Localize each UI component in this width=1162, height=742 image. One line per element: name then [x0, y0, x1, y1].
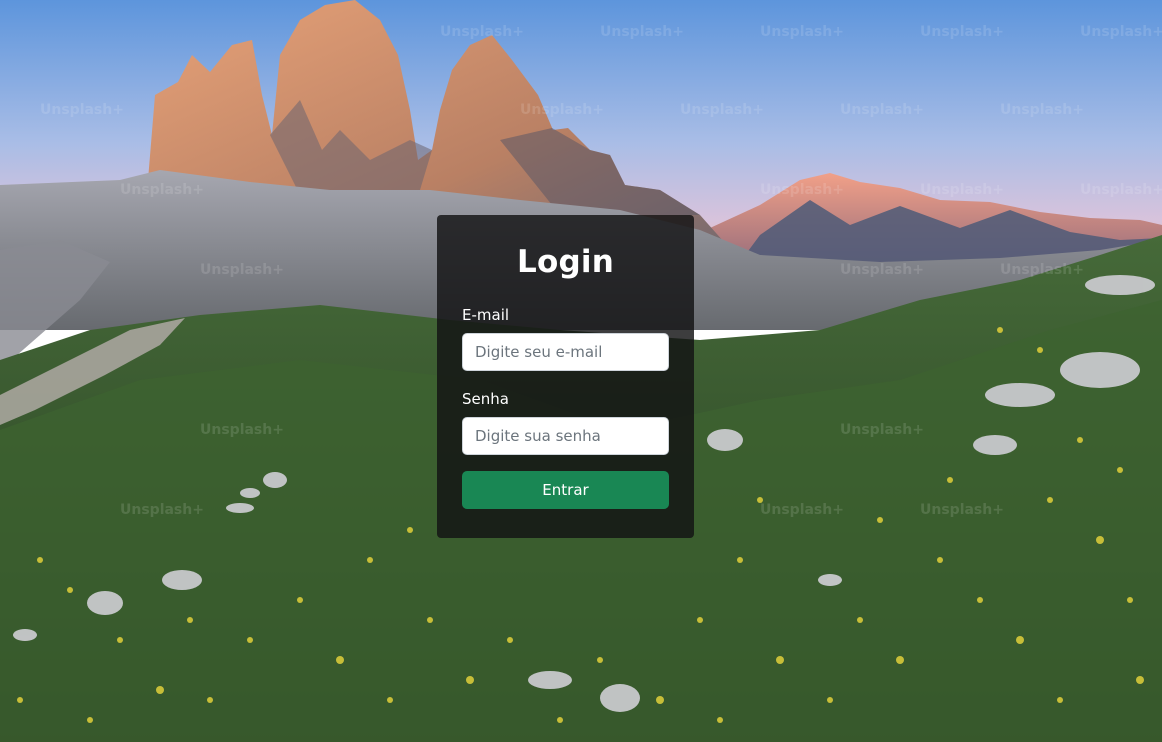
- password-label: Senha: [462, 390, 509, 408]
- svg-text:Unsplash+: Unsplash+: [920, 502, 1004, 518]
- svg-text:Unsplash+: Unsplash+: [920, 24, 1004, 40]
- svg-text:Unsplash+: Unsplash+: [200, 262, 284, 278]
- svg-text:Unsplash+: Unsplash+: [840, 422, 924, 438]
- svg-text:Unsplash+: Unsplash+: [120, 182, 204, 198]
- svg-text:Unsplash+: Unsplash+: [40, 102, 124, 118]
- password-input[interactable]: [462, 417, 669, 455]
- svg-text:Unsplash+: Unsplash+: [760, 182, 844, 198]
- login-title: Login: [517, 244, 614, 280]
- email-label: E-mail: [462, 306, 510, 324]
- svg-text:Unsplash+: Unsplash+: [680, 102, 764, 118]
- svg-text:Unsplash+: Unsplash+: [1080, 182, 1162, 198]
- svg-text:Unsplash+: Unsplash+: [840, 262, 924, 278]
- svg-text:Unsplash+: Unsplash+: [760, 502, 844, 518]
- svg-text:Unsplash+: Unsplash+: [600, 24, 684, 40]
- svg-text:Unsplash+: Unsplash+: [1000, 102, 1084, 118]
- svg-text:Unsplash+: Unsplash+: [1080, 24, 1162, 40]
- svg-text:Unsplash+: Unsplash+: [760, 24, 844, 40]
- svg-text:Unsplash+: Unsplash+: [1000, 262, 1084, 278]
- svg-text:Unsplash+: Unsplash+: [840, 102, 924, 118]
- login-card: Login E-mail Senha Entrar: [437, 215, 694, 538]
- svg-text:Unsplash+: Unsplash+: [200, 422, 284, 438]
- email-input[interactable]: [462, 333, 669, 371]
- svg-text:Unsplash+: Unsplash+: [120, 502, 204, 518]
- svg-text:Unsplash+: Unsplash+: [520, 102, 604, 118]
- svg-text:Unsplash+: Unsplash+: [920, 182, 1004, 198]
- svg-text:Unsplash+: Unsplash+: [440, 24, 524, 40]
- login-button[interactable]: Entrar: [462, 471, 669, 509]
